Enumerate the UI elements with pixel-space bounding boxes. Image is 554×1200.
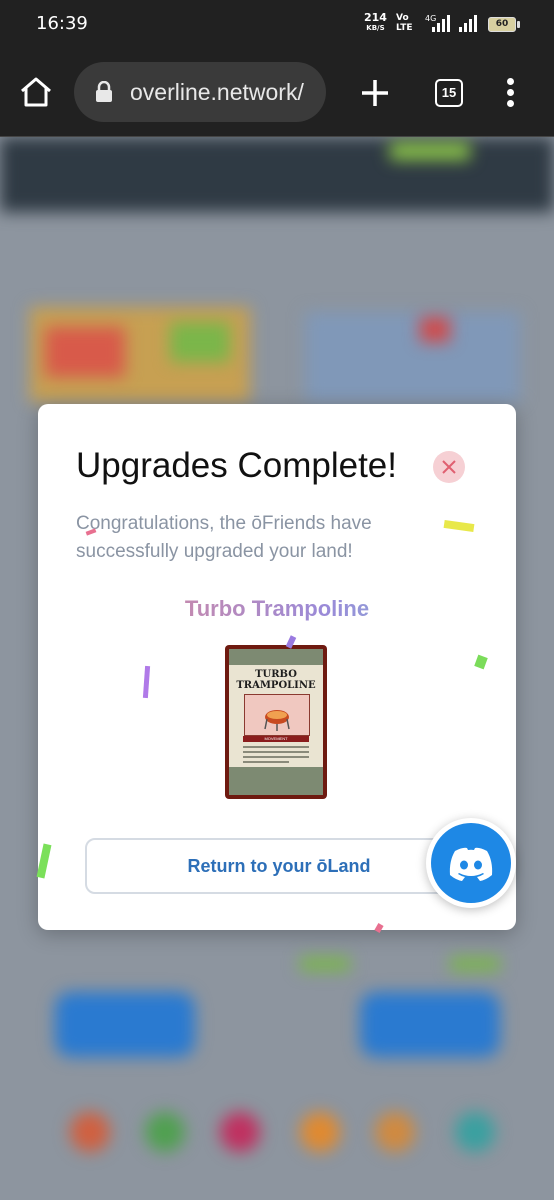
tab-switcher-button[interactable]: 15 [435,79,463,107]
return-to-oland-button[interactable]: Return to your ōLand [85,838,473,894]
status-bar: 16:39 214 KB/S Vo LTE 4G 60 [0,0,554,48]
lock-icon [94,80,114,103]
card-title-line2: TRAMPOLINE [236,680,316,691]
status-time: 16:39 [36,13,88,34]
upgrade-item-name: Turbo Trampoline [38,596,516,622]
network-speed-value: 214 [364,11,387,24]
browser-toolbar: overline.network/ 15 [0,48,554,137]
trampoline-icon [244,694,310,736]
signal-icon-2 [459,14,477,32]
new-tab-icon[interactable] [358,76,392,110]
signal-icon [432,14,450,32]
card-title: TURBO TRAMPOLINE [229,669,323,691]
close-button[interactable] [433,451,465,483]
url-text: overline.network/ [130,79,304,105]
network-speed: 214 KB/S [364,11,387,33]
battery-icon: 60 [488,17,520,32]
item-card-image: TURBO TRAMPOLINE MOVEMENT [225,645,327,799]
more-menu-icon[interactable] [500,78,520,108]
address-bar[interactable]: overline.network/ [74,62,326,122]
discord-icon [449,847,493,881]
volte-indicator: Vo LTE [396,13,413,33]
modal-title: Upgrades Complete! [76,446,397,485]
modal-message: Congratulations, the ōFriends have succe… [76,513,372,562]
card-title-line1: TURBO [255,669,297,680]
card-ribbon: MOVEMENT [243,736,309,742]
home-icon[interactable] [18,74,54,110]
volte-bottom: LTE [396,23,413,33]
volte-top: Vo [396,13,409,23]
discord-button[interactable] [426,818,516,908]
close-icon [442,460,456,474]
network-speed-unit: KB/S [366,24,385,32]
